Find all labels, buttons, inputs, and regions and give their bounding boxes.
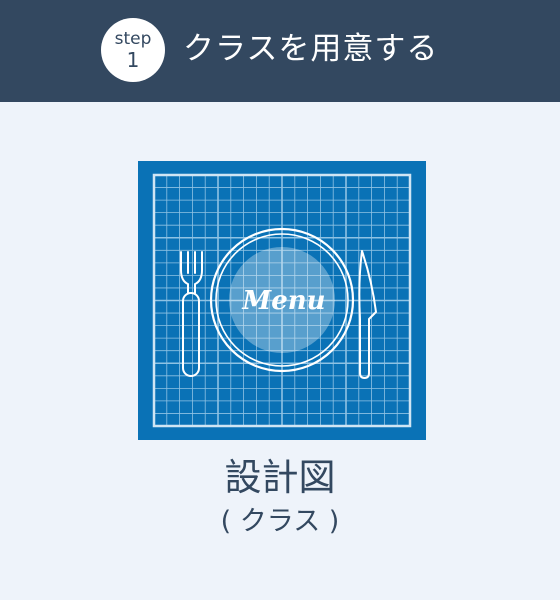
blueprint-illustration: Menu xyxy=(138,161,426,440)
blueprint-menu-icon: Menu xyxy=(138,161,426,440)
header-bar: step 1 クラスを用意する xyxy=(0,0,560,102)
caption-title: 設計図 xyxy=(224,456,336,499)
step-label: step xyxy=(114,29,152,49)
caption-subtitle: ( クラス ) xyxy=(220,506,340,537)
step-number: 1 xyxy=(126,48,140,72)
step-title: クラスを用意する xyxy=(183,31,439,67)
step-badge: step 1 xyxy=(101,18,165,82)
plate-menu-text: Menu xyxy=(241,286,325,316)
